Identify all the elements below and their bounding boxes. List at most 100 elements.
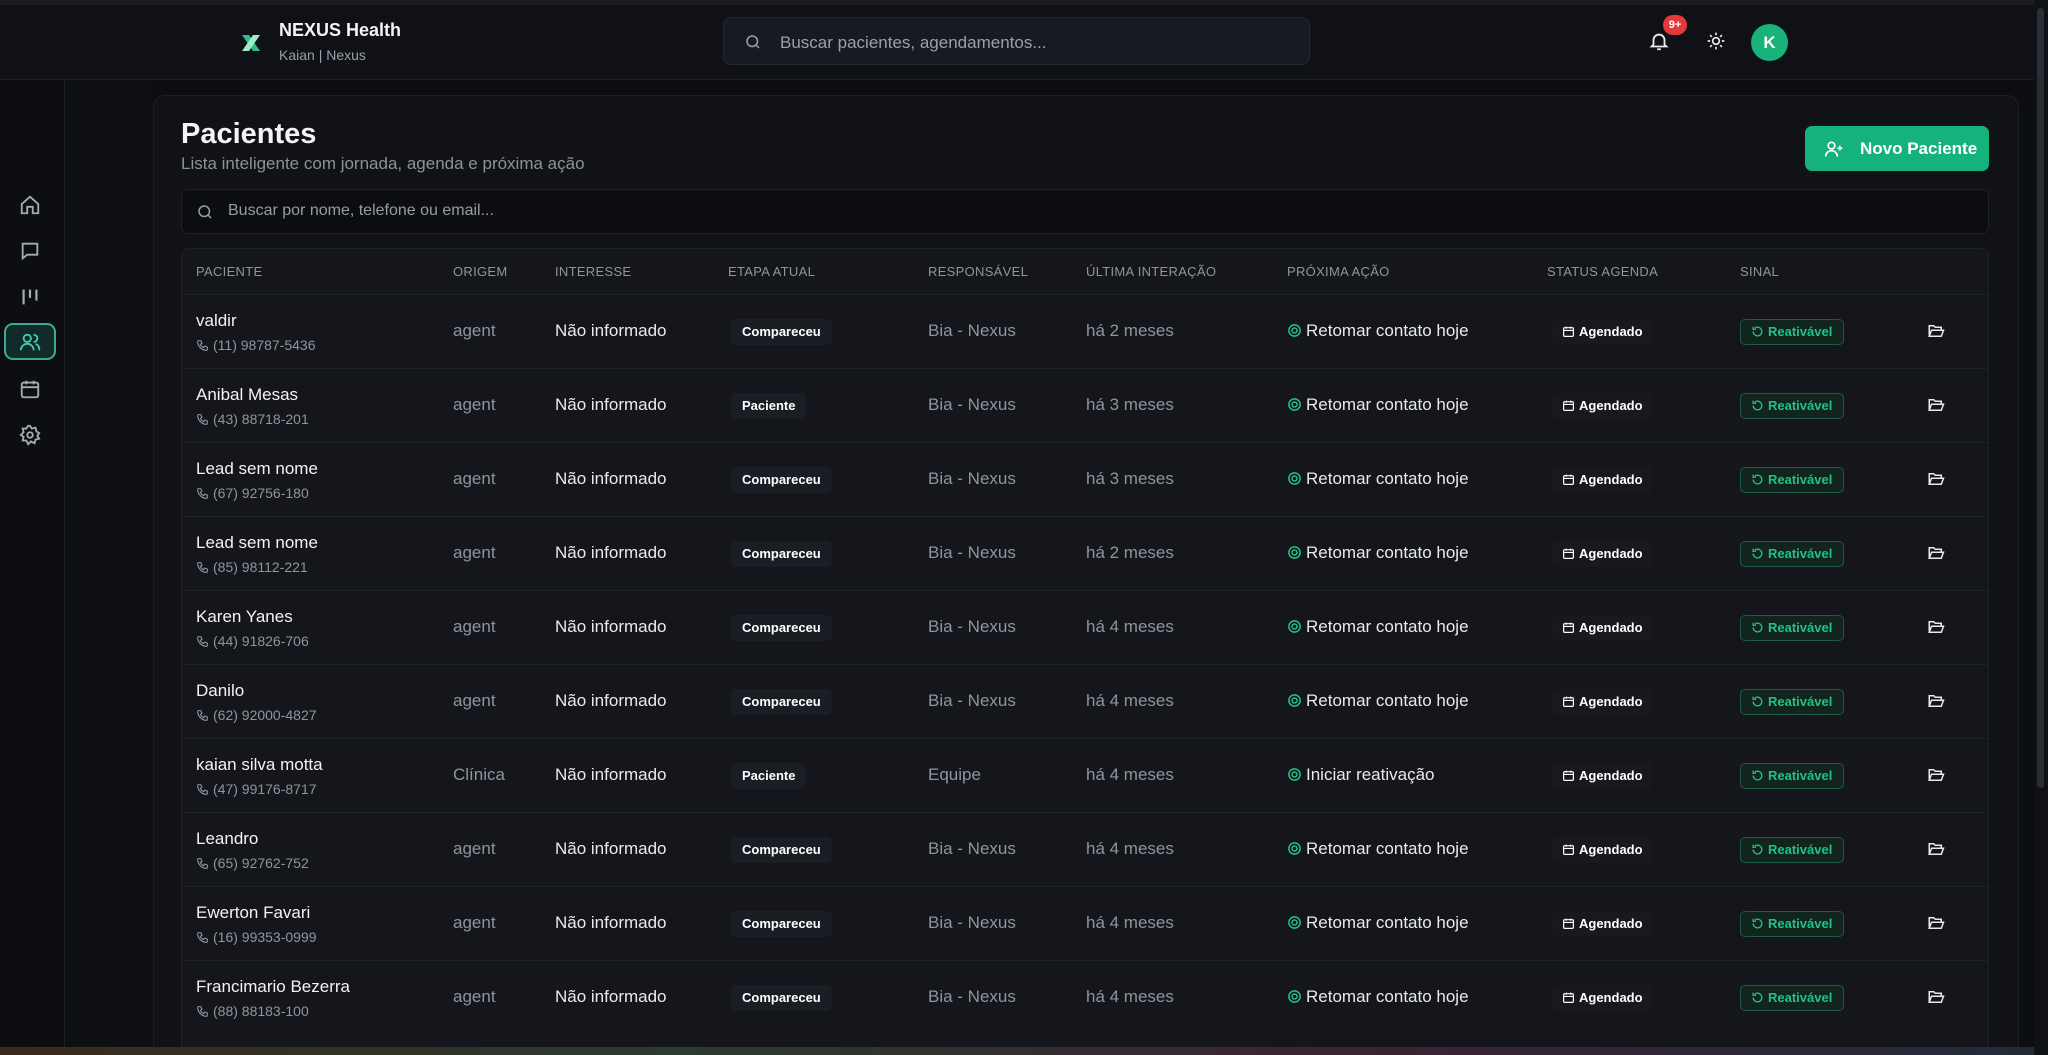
notification-badge: 9+ <box>1663 15 1687 35</box>
scrollbar-thumb[interactable] <box>2037 8 2044 788</box>
table-row[interactable]: valdir (11) 98787-5436 agent Não informado C… <box>182 294 1988 369</box>
patient-interest: Não informado <box>555 839 667 858</box>
table-row[interactable]: Danilo (62) 92000-4827 agent Não informado C… <box>182 664 1988 739</box>
search-icon <box>746 35 760 49</box>
table-row[interactable]: kaian silva motta (47) 99176-8717 Clínica N… <box>182 738 1988 813</box>
responsible: Bia - Nexus <box>928 617 1016 636</box>
open-record-button[interactable] <box>1927 470 1945 493</box>
open-record-button[interactable] <box>1927 914 1945 937</box>
open-record-button[interactable] <box>1927 840 1945 863</box>
patient-name[interactable]: Francimario Bezerra <box>196 977 350 997</box>
responsible: Bia - Nexus <box>928 321 1016 340</box>
calendar-icon <box>1563 622 1574 633</box>
next-action-text: Retomar contato hoje <box>1306 469 1469 488</box>
patient-phone-text: (47) 99176-8717 <box>213 781 317 797</box>
sidebar-item-messages[interactable] <box>4 232 56 269</box>
table-row[interactable]: Lead sem nome (85) 98112-221 agent Não info… <box>182 516 1988 591</box>
responsible: Bia - Nexus <box>928 395 1016 414</box>
next-action-text: Iniciar reativação <box>1306 765 1435 784</box>
target-icon <box>1288 620 1301 633</box>
schedule-status-text: Agendado <box>1579 694 1643 709</box>
next-action: Retomar contato hoje <box>1287 839 1469 859</box>
patient-origin: agent <box>453 987 496 1006</box>
patient-name[interactable]: Lead sem nome <box>196 533 318 553</box>
patient-name[interactable]: kaian silva motta <box>196 755 323 775</box>
col-etapa[interactable]: ETAPA ATUAL <box>728 264 815 279</box>
sidebar-item-settings[interactable] <box>4 416 56 453</box>
patient-interest: Não informado <box>555 987 667 1006</box>
new-patient-button[interactable]: Novo Paciente <box>1805 126 1989 171</box>
open-record-button[interactable] <box>1927 766 1945 789</box>
col-interesse[interactable]: INTERESSE <box>555 264 631 279</box>
patient-phone-text: (65) 92762-752 <box>213 855 309 871</box>
col-paciente[interactable]: PACIENTE <box>196 264 262 279</box>
table-row[interactable]: Leandro (65) 92762-752 agent Não informado C… <box>182 812 1988 887</box>
target-icon <box>1288 472 1301 485</box>
global-search-input[interactable]: Buscar pacientes, agendamentos... <box>723 17 1310 65</box>
open-record-button[interactable] <box>1927 396 1945 419</box>
table-row[interactable]: Francimario Bezerra (88) 88183-100 agent Nã… <box>182 960 1988 1035</box>
refresh-icon <box>1752 400 1763 411</box>
signal-badge: Reativável <box>1740 319 1845 345</box>
responsible: Bia - Nexus <box>928 469 1016 488</box>
next-action-text: Retomar contato hoje <box>1306 543 1469 562</box>
col-responsavel[interactable]: RESPONSÁVEL <box>928 264 1028 279</box>
global-search-placeholder: Buscar pacientes, agendamentos... <box>780 33 1047 52</box>
table-row[interactable]: Karen Yanes (44) 91826-706 agent Não inform… <box>182 590 1988 665</box>
sun-icon[interactable] <box>1706 31 1726 51</box>
sidebar-item-kanban[interactable] <box>4 278 56 315</box>
refresh-icon <box>1752 696 1763 707</box>
stage-badge: Paciente <box>731 763 807 789</box>
sidebar-item-home[interactable] <box>4 186 56 223</box>
sidebar-item-patients[interactable] <box>4 323 56 360</box>
patient-phone-text: (11) 98787-5436 <box>213 337 316 353</box>
open-record-button[interactable] <box>1927 544 1945 567</box>
col-ultima-interacao[interactable]: ÚLTIMA INTERAÇÃO <box>1086 264 1216 279</box>
avatar[interactable]: K <box>1751 24 1788 61</box>
stage-badge: Paciente <box>731 393 807 419</box>
calendar-icon <box>1563 696 1574 707</box>
table-row[interactable]: Anibal Mesas (43) 88718-201 agent Não infor… <box>182 368 1988 443</box>
open-record-button[interactable] <box>1927 322 1945 345</box>
patient-name[interactable]: Anibal Mesas <box>196 385 298 405</box>
last-interaction: há 4 meses <box>1086 765 1174 784</box>
col-status-agenda[interactable]: STATUS AGENDA <box>1547 264 1658 279</box>
patient-name[interactable]: Karen Yanes <box>196 607 293 627</box>
sidebar-item-calendar[interactable] <box>4 370 56 407</box>
folder-open-icon <box>1928 621 1945 633</box>
col-sinal[interactable]: SINAL <box>1740 264 1779 279</box>
folder-open-icon <box>1928 325 1945 337</box>
signal-text: Reativável <box>1768 694 1833 709</box>
table-row[interactable]: Lead sem nome (67) 92756-180 agent Não info… <box>182 442 1988 517</box>
schedule-status-badge: Agendado <box>1552 615 1653 641</box>
stage-badge: Compareceu <box>731 319 832 345</box>
signal-text: Reativável <box>1768 768 1833 783</box>
patient-origin: agent <box>453 395 496 414</box>
folder-open-icon <box>1928 917 1945 929</box>
patient-name[interactable]: Leandro <box>196 829 258 849</box>
open-record-button[interactable] <box>1927 988 1945 1011</box>
kanban-icon <box>22 289 38 305</box>
schedule-status-text: Agendado <box>1579 916 1643 931</box>
patient-phone-text: (44) 91826-706 <box>213 633 309 649</box>
refresh-icon <box>1752 992 1763 1003</box>
patient-origin: agent <box>453 691 496 710</box>
col-proxima-acao[interactable]: PRÓXIMA AÇÃO <box>1287 264 1390 279</box>
folder-open-icon <box>1928 695 1945 707</box>
signal-badge: Reativável <box>1740 467 1845 493</box>
open-record-button[interactable] <box>1927 692 1945 715</box>
table-row[interactable]: Ewerton Favari (16) 99353-0999 agent Não in… <box>182 886 1988 961</box>
calendar-icon <box>1563 548 1574 559</box>
open-record-button[interactable] <box>1927 618 1945 641</box>
signal-text: Reativável <box>1768 472 1833 487</box>
patient-name[interactable]: Lead sem nome <box>196 459 318 479</box>
bottom-edge <box>0 1047 2034 1055</box>
search-icon <box>198 205 212 219</box>
patient-name[interactable]: Ewerton Favari <box>196 903 310 923</box>
patient-phone: (44) 91826-706 <box>196 633 309 649</box>
patient-search-input[interactable]: Buscar por nome, telefone ou email... <box>181 189 1989 234</box>
col-origem[interactable]: ORIGEM <box>453 264 508 279</box>
new-patient-label: Novo Paciente <box>1860 139 1978 158</box>
patient-name[interactable]: valdir <box>196 311 237 331</box>
patient-name[interactable]: Danilo <box>196 681 244 701</box>
